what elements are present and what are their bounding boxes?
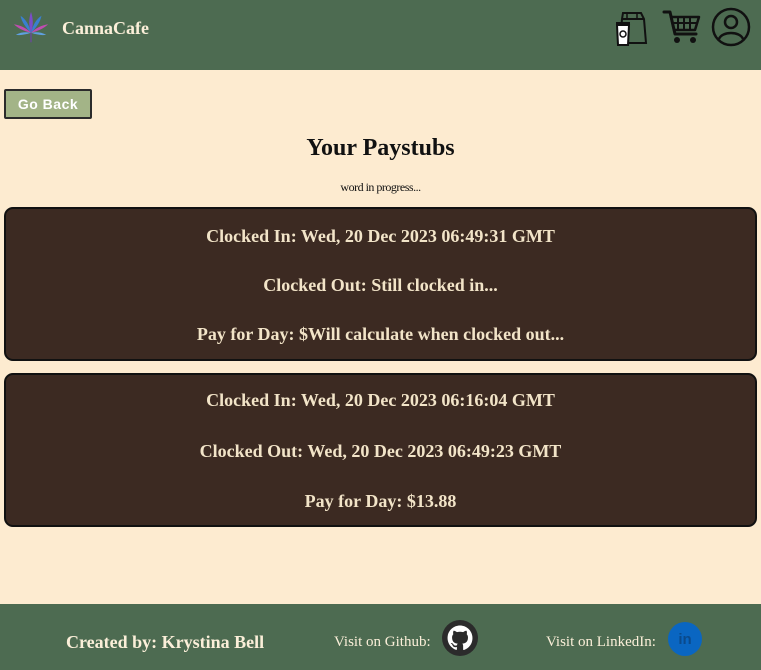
site-footer: Created by: Krystina Bell Visit on Githu… (0, 604, 761, 670)
shopping-cart-icon[interactable] (662, 8, 702, 46)
page-subtitle: word in progress... (340, 180, 421, 194)
linkedin-icon: in (678, 630, 692, 648)
brand-name[interactable]: CannaCafe (62, 18, 149, 39)
cannabis-leaf-logo-icon[interactable] (12, 10, 50, 48)
github-link[interactable] (442, 620, 478, 656)
linkedin-label: Visit on LinkedIn: (546, 634, 656, 650)
clocked-out-text: Clocked Out: Still clocked in... (263, 275, 498, 295)
paystub-card: Clocked In: Wed, 20 Dec 2023 06:49:31 GM… (4, 207, 757, 361)
pay-for-day-text: Pay for Day: $13.88 (304, 491, 457, 511)
clocked-in-text: Clocked In: Wed, 20 Dec 2023 06:49:31 GM… (206, 226, 555, 246)
github-icon (447, 625, 473, 651)
coffee-bag-icon[interactable] (614, 9, 652, 47)
go-back-button[interactable]: Go Back (4, 89, 92, 119)
user-account-icon[interactable] (711, 7, 751, 47)
paystub-card: Clocked In: Wed, 20 Dec 2023 06:16:04 GM… (4, 373, 757, 527)
creator-credit: Created by: Krystina Bell (66, 632, 265, 652)
clocked-in-text: Clocked In: Wed, 20 Dec 2023 06:16:04 GM… (206, 390, 555, 410)
pay-for-day-text: Pay for Day: $Will calculate when clocke… (196, 324, 565, 344)
github-label: Visit on Github: (334, 634, 431, 650)
linkedin-link[interactable]: in (668, 622, 702, 656)
clocked-out-text: Clocked Out: Wed, 20 Dec 2023 06:49:23 G… (199, 441, 562, 461)
page-title: Your Paystubs (306, 135, 455, 161)
site-header: CannaCafe (0, 0, 761, 70)
